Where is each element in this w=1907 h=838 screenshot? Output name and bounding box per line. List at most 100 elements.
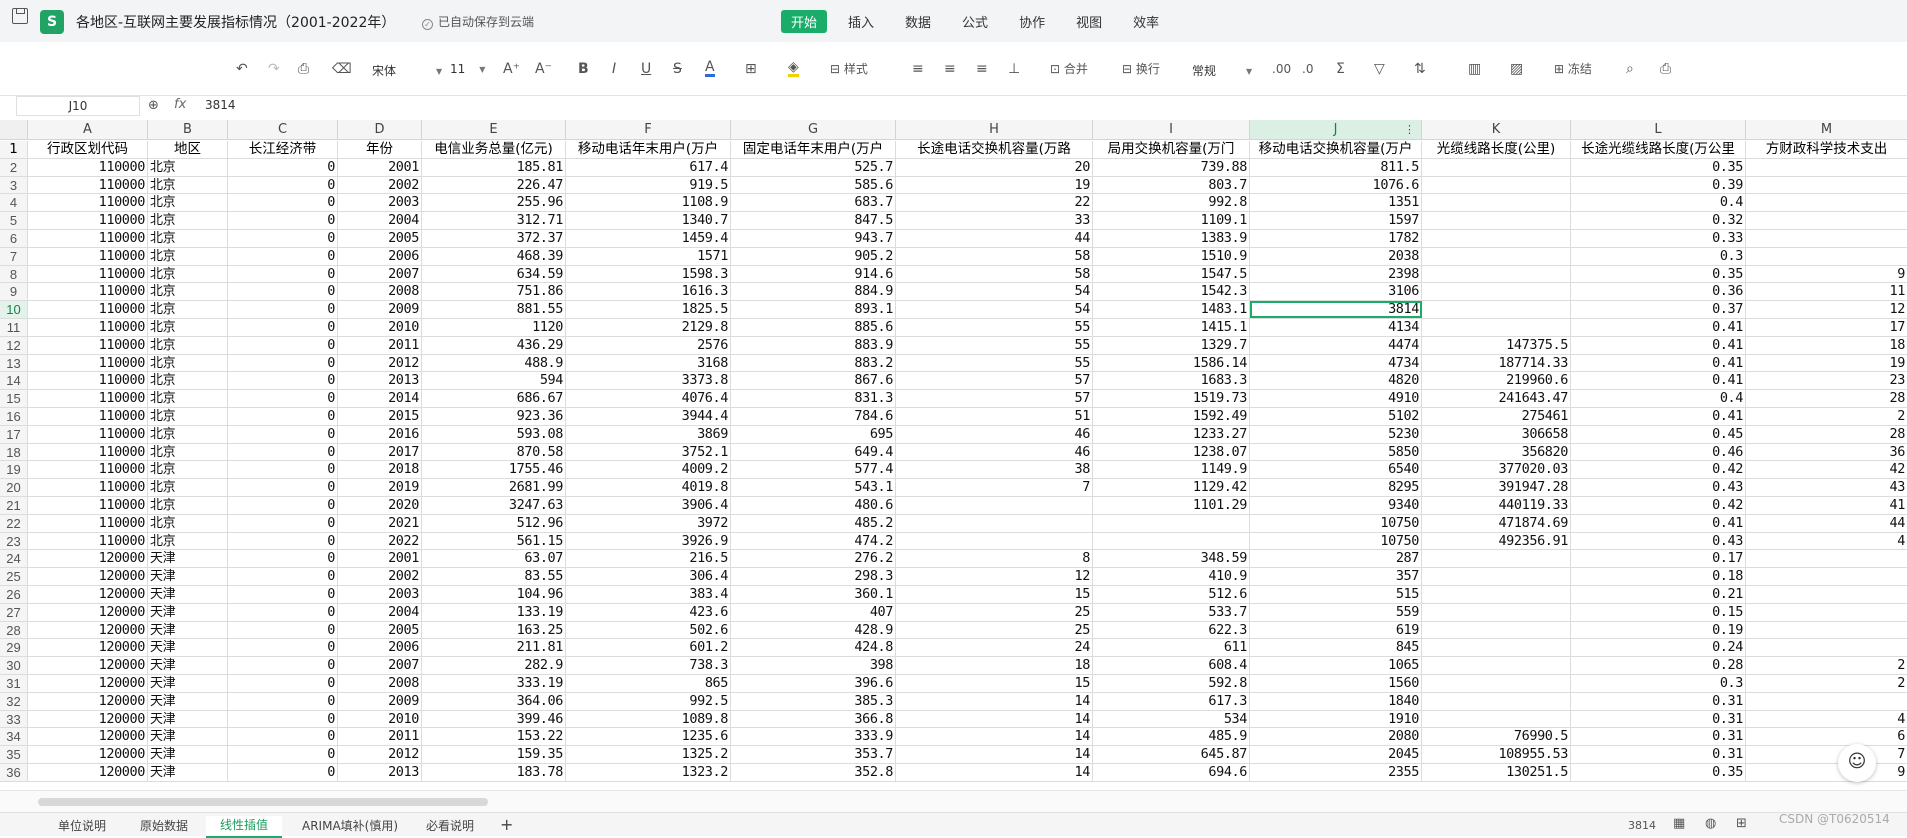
cell[interactable]: 北京 (148, 229, 228, 247)
cell[interactable]: 0 (228, 657, 338, 674)
cell[interactable]: 905.2 (731, 247, 896, 265)
decimal-decrease-icon[interactable]: .0 (1302, 60, 1313, 78)
cell[interactable]: 0.45 (1571, 425, 1746, 443)
cell[interactable]: 北京 (148, 407, 228, 425)
cell[interactable]: 19 (1746, 355, 1907, 372)
cell[interactable]: 2005 (338, 621, 422, 639)
cell[interactable] (1422, 603, 1571, 621)
cell[interactable]: 515 (1250, 585, 1422, 603)
cell[interactable]: 216.5 (566, 550, 731, 568)
cell[interactable] (896, 514, 1093, 532)
redo-icon[interactable]: ↷ (268, 60, 280, 78)
cell[interactable]: 24 (896, 639, 1093, 657)
cell[interactable]: 110000 (28, 443, 148, 461)
header-cell[interactable]: 固定电话年末用户(万户 (731, 141, 896, 158)
cell[interactable]: 120000 (28, 728, 148, 746)
cell[interactable]: 12 (1746, 301, 1907, 318)
cell[interactable]: 398 (731, 657, 896, 674)
cell[interactable]: 634.59 (422, 265, 566, 283)
cell[interactable]: 北京 (148, 336, 228, 354)
cell[interactable]: 58 (896, 247, 1093, 265)
cell[interactable]: 1108.9 (566, 194, 731, 212)
cell[interactable]: 2011 (338, 336, 422, 354)
cell[interactable]: 348.59 (1093, 550, 1250, 568)
cell[interactable]: 54 (896, 301, 1093, 318)
cell[interactable]: 364.06 (422, 692, 566, 710)
cell[interactable]: 492356.91 (1422, 532, 1571, 550)
cell[interactable]: 870.58 (422, 443, 566, 461)
cell[interactable]: 0.41 (1571, 336, 1746, 354)
cell[interactable]: 3106 (1250, 283, 1422, 301)
cell[interactable]: 天津 (148, 674, 228, 692)
cell[interactable]: 110000 (28, 532, 148, 550)
cell[interactable]: 0.41 (1571, 372, 1746, 390)
header-cell[interactable]: 地区 (148, 141, 228, 158)
cell[interactable]: 0 (228, 443, 338, 461)
cell[interactable]: 76990.5 (1422, 728, 1571, 746)
cell[interactable]: 383.4 (566, 585, 731, 603)
align-left-icon[interactable]: ≡ (912, 60, 924, 78)
image-icon[interactable]: ▨ (1510, 60, 1523, 78)
name-box[interactable]: J10 (16, 96, 140, 116)
cell[interactable]: 282.9 (422, 657, 566, 674)
cell[interactable]: 4474 (1250, 336, 1422, 354)
cell[interactable]: 120000 (28, 639, 148, 657)
cell[interactable]: 6540 (1250, 461, 1422, 479)
column-menu-icon[interactable]: ⋮ (1404, 120, 1415, 140)
cell[interactable]: 525.7 (731, 158, 896, 176)
menu-insert[interactable]: 插入 (838, 10, 884, 33)
sort-icon[interactable]: ⇅ (1414, 60, 1426, 78)
cell[interactable]: 4019.8 (566, 479, 731, 496)
cell[interactable]: 356820 (1422, 443, 1571, 461)
cell[interactable]: 北京 (148, 532, 228, 550)
row-number[interactable]: 2 (0, 158, 28, 176)
cell[interactable]: 255.96 (422, 194, 566, 212)
header-cell[interactable]: 移动电话年末用户(万户 (566, 141, 731, 158)
sheet-tab[interactable]: 单位说明 (58, 817, 106, 834)
cell[interactable]: 0 (228, 674, 338, 692)
cell[interactable]: 28 (1746, 426, 1907, 443)
cell[interactable]: 120000 (28, 746, 148, 763)
cell[interactable]: 110000 (28, 514, 148, 532)
cell[interactable] (1746, 159, 1907, 176)
underline-icon[interactable]: U (641, 60, 651, 78)
row-number[interactable]: 19 (0, 461, 28, 479)
cell[interactable]: 14 (896, 763, 1093, 781)
cell[interactable]: 0 (228, 283, 338, 301)
cell[interactable]: 天津 (148, 639, 228, 657)
cell[interactable] (1746, 177, 1907, 194)
cell[interactable]: 4820 (1250, 372, 1422, 390)
cell[interactable]: 1340.7 (566, 212, 731, 229)
menu-formula[interactable]: 公式 (952, 10, 998, 33)
cell[interactable]: 1233.27 (1093, 425, 1250, 443)
cell[interactable]: 20 (896, 158, 1093, 176)
cell[interactable]: 15 (896, 585, 1093, 603)
header-cell[interactable]: 局用交换机容量(万门 (1093, 141, 1250, 158)
cell[interactable]: 0.28 (1571, 657, 1746, 674)
cell[interactable]: 0.17 (1571, 550, 1746, 568)
cell[interactable]: 1547.5 (1093, 265, 1250, 283)
cell[interactable]: 0 (228, 532, 338, 550)
cell[interactable]: 3869 (566, 425, 731, 443)
cell[interactable]: 153.22 (422, 728, 566, 746)
cell[interactable]: 428.9 (731, 621, 896, 639)
cell[interactable] (1746, 604, 1907, 621)
cell[interactable]: 4076.4 (566, 390, 731, 407)
cell[interactable]: 51 (896, 407, 1093, 425)
horizontal-scrollbar[interactable] (38, 798, 488, 806)
cell[interactable]: 608.4 (1093, 657, 1250, 674)
cell[interactable]: 385.3 (731, 692, 896, 710)
cell[interactable]: 1782 (1250, 229, 1422, 247)
row-number[interactable]: 22 (0, 514, 28, 532)
cell[interactable]: 0 (228, 763, 338, 781)
cell[interactable]: 0.31 (1571, 728, 1746, 746)
cell[interactable]: 187714.33 (1422, 354, 1571, 372)
cell[interactable]: 686.67 (422, 390, 566, 407)
chart-icon[interactable]: ▥ (1468, 60, 1481, 78)
cell[interactable]: 2012 (338, 354, 422, 372)
cell[interactable]: 天津 (148, 621, 228, 639)
cell[interactable]: 42 (1746, 461, 1907, 478)
cell[interactable]: 1415.1 (1093, 318, 1250, 336)
cell[interactable]: 4734 (1250, 354, 1422, 372)
cell[interactable]: 14 (896, 692, 1093, 710)
